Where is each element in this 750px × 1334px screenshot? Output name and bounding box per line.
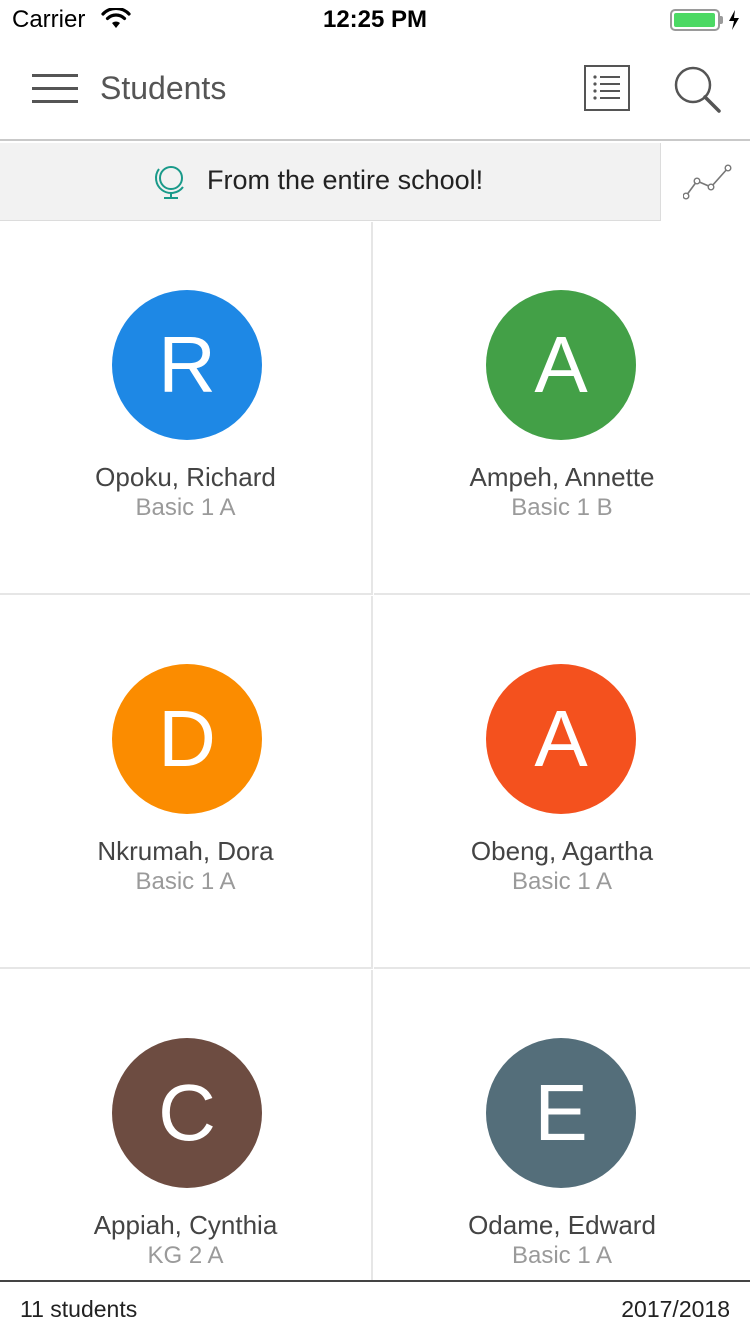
student-name: Obeng, Agartha <box>470 836 654 866</box>
navigation-bar: Students <box>0 40 750 141</box>
list-view-icon[interactable] <box>584 65 630 111</box>
student-grid: R Opoku, Richard Basic 1 A A Ampeh, Anne… <box>0 222 750 1280</box>
student-class: Basic 1 B <box>511 494 613 521</box>
student-card[interactable]: A Obeng, Agartha Basic 1 A <box>374 596 750 969</box>
student-card[interactable]: D Nkrumah, Dora Basic 1 A <box>0 596 373 969</box>
student-count: 11 students <box>20 1296 138 1322</box>
avatar: C <box>112 1038 262 1188</box>
avatar: E <box>486 1038 636 1188</box>
student-class: Basic 1 A <box>135 494 236 521</box>
hamburger-menu-icon[interactable] <box>32 74 78 104</box>
search-icon[interactable] <box>672 64 722 114</box>
battery-icon <box>670 9 720 31</box>
avatar: A <box>486 664 636 814</box>
globe-icon <box>155 166 184 199</box>
student-name: Odame, Edward <box>468 1210 656 1240</box>
line-chart-icon <box>683 164 732 200</box>
scope-filter-button[interactable]: From the entire school! <box>0 143 660 221</box>
student-name: Appiah, Cynthia <box>93 1210 278 1240</box>
student-name: Ampeh, Annette <box>469 462 655 492</box>
student-class: Basic 1 A <box>135 868 236 895</box>
student-class: KG 2 A <box>147 1242 224 1269</box>
chart-button[interactable] <box>660 143 750 221</box>
student-class: Basic 1 A <box>511 868 613 895</box>
student-class: Basic 1 A <box>511 1242 613 1269</box>
filter-banner: From the entire school! <box>0 143 750 221</box>
clock-time: 12:25 PM <box>322 6 428 33</box>
scope-filter-label: From the entire school! <box>207 165 484 195</box>
avatar: A <box>486 290 636 440</box>
footer-bar: 11 students 2017/2018 <box>0 1280 750 1334</box>
student-card[interactable]: C Appiah, Cynthia KG 2 A <box>0 970 373 1280</box>
academic-year: 2017/2018 <box>621 1296 730 1322</box>
charging-bolt-icon <box>729 10 739 30</box>
student-card[interactable]: E Odame, Edward Basic 1 A <box>374 970 750 1280</box>
status-bar: Carrier 12:25 PM <box>0 0 750 40</box>
avatar: R <box>112 290 262 440</box>
student-card[interactable]: R Opoku, Richard Basic 1 A <box>0 222 373 595</box>
avatar: D <box>112 664 262 814</box>
page-title: Students <box>100 70 227 106</box>
student-card[interactable]: A Ampeh, Annette Basic 1 B <box>374 222 750 595</box>
student-name: Opoku, Richard <box>95 462 276 492</box>
student-name: Nkrumah, Dora <box>97 836 274 866</box>
